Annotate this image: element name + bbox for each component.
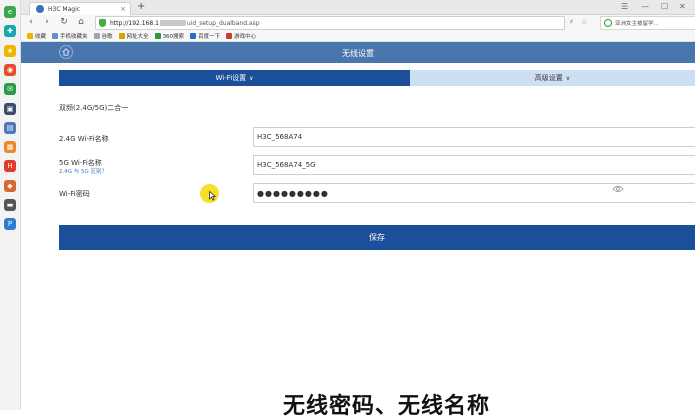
bookmark-icon	[27, 32, 33, 39]
browser-tab[interactable]: H3C Magic ×	[29, 2, 131, 15]
bookmark-star-icon[interactable]: ☆	[581, 18, 587, 26]
star-icon[interactable]: ★	[4, 44, 16, 57]
chevron-down-icon: ∨	[565, 74, 571, 82]
ssid-24g-input[interactable]: H3C_568A74	[253, 127, 695, 147]
page-title: 无线设置	[342, 49, 374, 58]
minimize-icon[interactable]: —	[641, 2, 649, 11]
weibo-icon[interactable]: ◉	[4, 63, 16, 76]
bookmark-label: 收藏	[35, 33, 47, 40]
tab-wifi-settings[interactable]: Wi-Fi设置 ∨	[59, 70, 410, 86]
chevron-down-icon: ∨	[249, 74, 254, 82]
app-icon-dark[interactable]: ▣	[4, 102, 16, 115]
game-icon[interactable]: ◆	[4, 179, 16, 192]
save-button[interactable]: 保存	[59, 225, 695, 250]
bookmark-icon	[93, 32, 100, 39]
bookmark-label: 游戏中心	[234, 33, 257, 40]
bookmark-item[interactable]: 手机收藏夹	[52, 32, 88, 40]
search-text: 亚洲女主被留学...	[615, 21, 659, 27]
app-icon-teal[interactable]: ✚	[4, 25, 16, 38]
url-text-rest: uid_setup_dualband.asp	[186, 19, 260, 27]
monitor-icon[interactable]: ▬	[4, 199, 16, 211]
gift-icon[interactable]: ▦	[4, 141, 16, 154]
ssid-5g-input[interactable]: H3C_568A74_5G	[253, 155, 695, 175]
bookmark-icon	[52, 32, 59, 39]
close-window-icon[interactable]: ✕	[679, 2, 686, 11]
bookmark-item[interactable]: 百度一下	[190, 32, 220, 40]
bookmark-icon	[226, 32, 233, 39]
ssid-24g-label: 2.4G Wi-Fi名称	[59, 135, 109, 143]
url-bar[interactable]: http://192.168.1 uid_setup_dualband.asp	[95, 16, 565, 30]
menu-icon[interactable]: ☰	[621, 2, 628, 11]
bookmark-icon	[154, 32, 161, 39]
h3c-favicon-icon	[36, 5, 44, 13]
tab-title: H3C Magic	[48, 5, 81, 13]
app-sidebar: e ✚ ★ ◉ ✉ ▣ ▤ ▦ H ◆ ▬ P	[0, 0, 21, 410]
bookmark-label: 百度一下	[198, 33, 221, 40]
bookmark-item[interactable]: 收藏	[27, 32, 46, 40]
doc-icon[interactable]: ▤	[4, 121, 16, 134]
address-row: ‹ › ↻ ⌂ http://192.168.1 uid_setup_dualb…	[21, 15, 695, 30]
tab-label: 高级设置	[534, 74, 563, 82]
tab-label: Wi-Fi设置	[215, 74, 247, 82]
tab-advanced-settings[interactable]: 高级设置 ∨	[410, 70, 695, 86]
search-box[interactable]: 亚洲女主被留学...	[600, 16, 695, 30]
forward-icon[interactable]: ›	[41, 17, 53, 27]
bookmark-label: 360搜索	[162, 33, 185, 40]
bookmark-item[interactable]: 网址大全	[118, 32, 149, 40]
dualband-label: 双频(2.4G/5G)二合一	[59, 104, 129, 112]
url-text: http://192.168.1	[110, 19, 159, 27]
back-icon[interactable]: ‹	[25, 17, 37, 27]
close-tab-icon[interactable]: ×	[120, 5, 126, 13]
bookmark-icon	[118, 32, 125, 39]
url-redacted	[159, 20, 186, 26]
security-shield-icon	[99, 19, 106, 27]
hot-icon[interactable]: H	[4, 160, 16, 173]
mail-icon[interactable]: ✉	[4, 83, 16, 96]
bookmark-icon	[190, 32, 197, 39]
bookmark-item[interactable]: 谷歌	[93, 32, 113, 40]
maximize-icon[interactable]: ☐	[661, 2, 668, 11]
bookmarks-bar: 收藏 手机收藏夹 谷歌 网址大全 360搜索 百度一下 游戏中心	[21, 30, 695, 42]
home-icon[interactable]: ⌂	[75, 17, 87, 27]
p-icon[interactable]: P	[4, 218, 16, 231]
reload-icon[interactable]: ↻	[58, 17, 70, 27]
bookmark-item[interactable]: 360搜索	[154, 32, 185, 40]
bookmark-label: 谷歌	[101, 33, 113, 40]
band-difference-link[interactable]: 2.4G 与 5G 区别？	[59, 167, 107, 175]
bookmark-label: 手机收藏夹	[60, 33, 88, 40]
browser-tab-bar: H3C Magic × + ☰ — ☐ ✕	[21, 0, 695, 15]
video-caption: 无线密码、无线名称	[282, 393, 491, 420]
search-engine-icon	[604, 19, 612, 27]
bookmark-item[interactable]: 游戏中心	[226, 32, 256, 40]
wifi-password-input[interactable]: ●●●●●●●●●	[253, 183, 695, 203]
page-header: 无线设置	[21, 42, 695, 63]
mouse-pointer-icon	[209, 191, 216, 201]
wifi-password-label: Wi-Fi密码	[59, 190, 90, 198]
share-icon[interactable]: ⚡	[569, 18, 574, 26]
ie-icon[interactable]: e	[4, 6, 16, 18]
eye-icon[interactable]	[612, 185, 624, 193]
new-tab-button[interactable]: +	[137, 1, 145, 12]
bookmark-label: 网址大全	[126, 33, 149, 40]
